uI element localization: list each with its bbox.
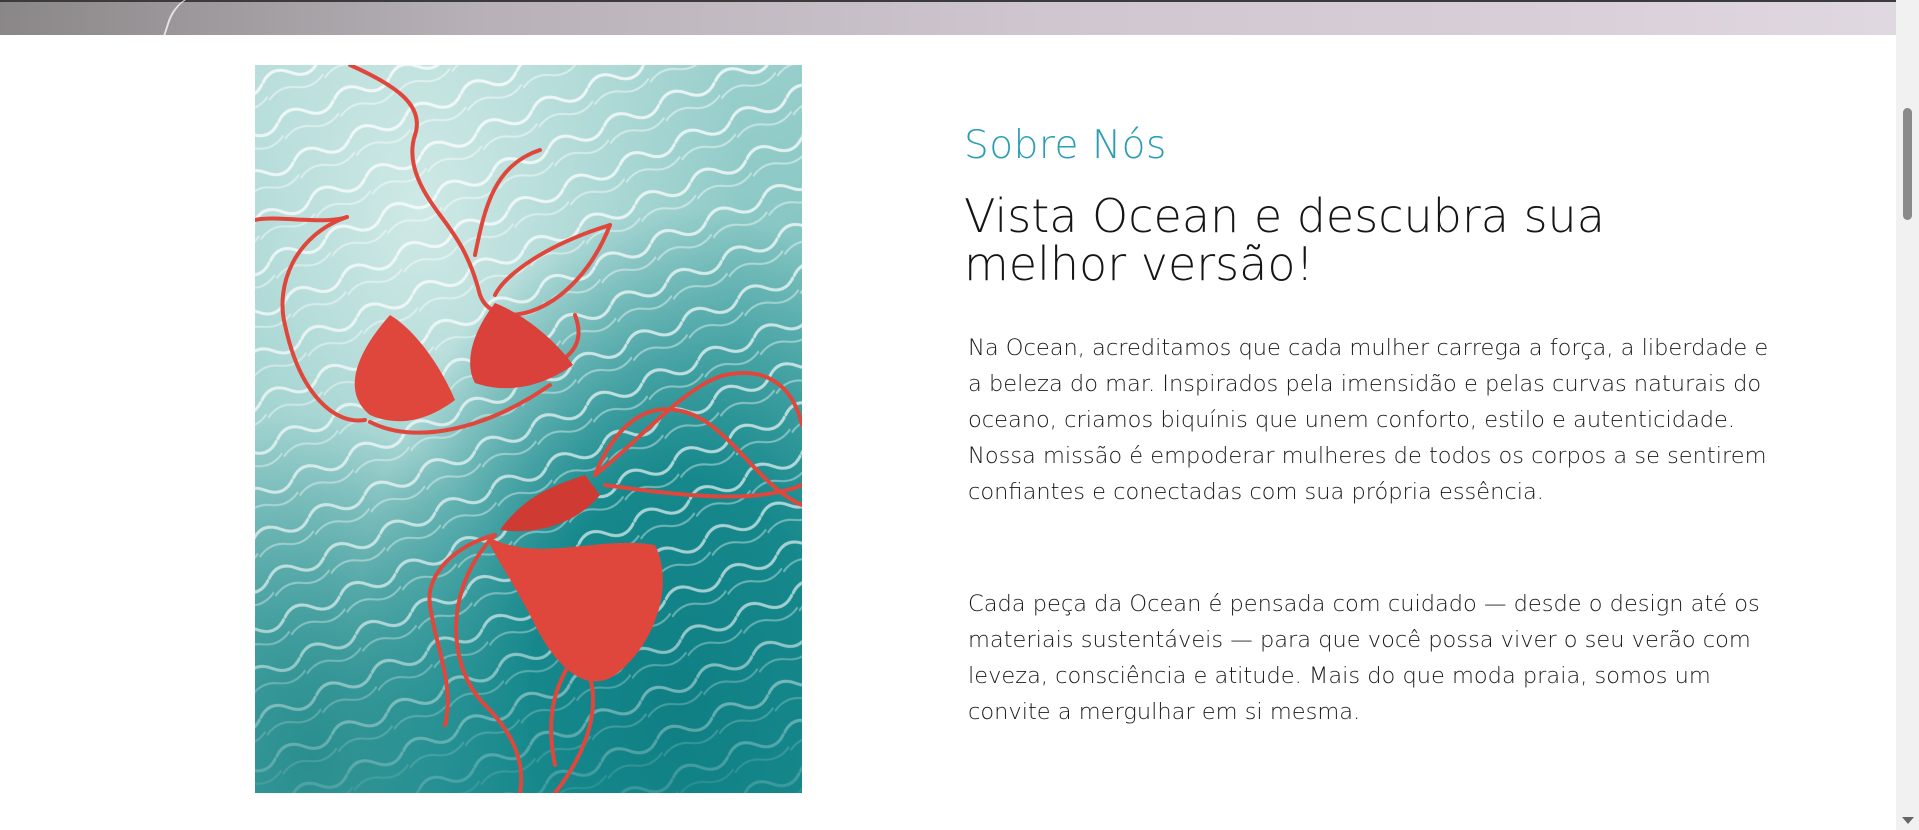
scroll-down-arrow-icon[interactable] xyxy=(1902,817,1914,824)
scrollbar-thumb[interactable] xyxy=(1903,108,1912,220)
about-headline: Vista Ocean e descubra sua melhor versão… xyxy=(964,189,1605,291)
about-paragraph-2: Cada peça da Ocean é pensada com cuidado… xyxy=(968,591,1760,725)
bikini-in-pool-photo xyxy=(255,65,802,793)
page-scrollbar[interactable] xyxy=(1896,0,1919,830)
about-section: Sobre Nós Vista Ocean e descubra sua mel… xyxy=(964,118,1768,725)
hero-banner-bottom xyxy=(0,0,1896,35)
hero-top-edge xyxy=(0,0,1896,2)
pool-photo-illustration xyxy=(255,65,802,793)
about-eyebrow: Sobre Nós xyxy=(964,123,1167,168)
hero-strap-detail xyxy=(159,0,221,35)
about-paragraph-1: Na Ocean, acreditamos que cada mulher ca… xyxy=(968,335,1769,505)
